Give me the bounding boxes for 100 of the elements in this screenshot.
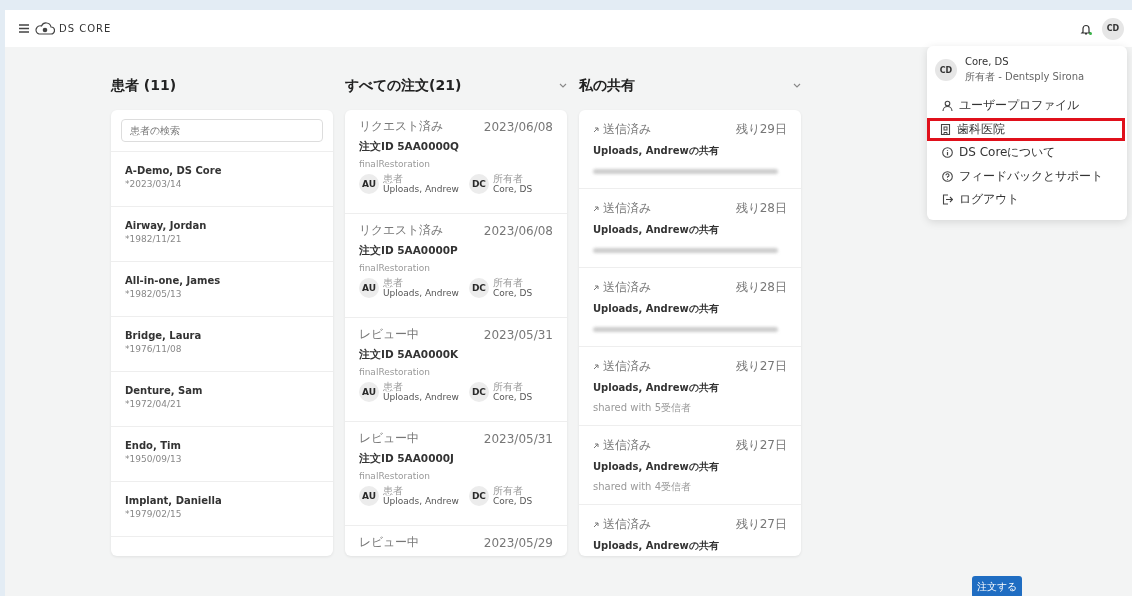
arrow-icon <box>593 205 599 212</box>
birth-date: *1950/09/13 <box>125 454 183 464</box>
initials-avatar: AU <box>359 277 379 298</box>
arrow-icon <box>593 284 599 291</box>
search-field[interactable]: 患者の検索 <box>121 119 323 142</box>
share-recipients: shared with 4受信者 <box>593 480 692 494</box>
user-icon <box>942 100 953 112</box>
order-date: 2023/06/08 <box>483 223 553 238</box>
patient-row[interactable]: All-in-one, James *1982/05/13 <box>111 262 333 317</box>
arrow-icon <box>593 363 599 370</box>
person-role: 患者 <box>383 381 404 392</box>
notification-bell-icon[interactable] <box>1080 22 1092 35</box>
person-name: Core, DS <box>492 184 533 194</box>
logout-icon <box>942 194 953 206</box>
info-icon <box>942 147 953 159</box>
user-avatar: CD <box>935 59 957 81</box>
person-name: Uploads, Andrew <box>383 184 459 194</box>
birth-date: *1979/02/15 <box>125 509 183 519</box>
initials-avatar: AU <box>359 485 379 506</box>
patient-name: Implant, Daniella <box>125 495 223 506</box>
menu-item-label: DS Coreについて <box>959 144 1056 162</box>
birth-date: *1972/04/21 <box>125 399 183 409</box>
menu-item[interactable]: フィードバックとサポート <box>935 164 1119 188</box>
share-card[interactable]: 送信済み 残り27日 Uploads, Andrewの共有 shared with 4受信者 <box>579 426 801 505</box>
order-date: 2023/05/31 <box>483 327 553 342</box>
patient-name: Endo, Tim <box>125 440 182 451</box>
column-title: 患者 (11) <box>111 77 177 95</box>
birth-date: *2023/03/14 <box>125 179 183 189</box>
share-title: Uploads, Andrewの共有 <box>593 144 720 158</box>
person-role: 所有者 <box>492 381 524 392</box>
menu-icon[interactable] <box>19 24 29 33</box>
initials-avatar: DC <box>468 381 489 402</box>
user-avatar[interactable]: CD <box>1102 17 1124 40</box>
birth-date: *1976/11/08 <box>125 344 183 354</box>
patient-row[interactable]: Airway, Jordan *1982/11/21 <box>111 207 333 262</box>
remaining-days: 残り28日 <box>735 200 787 217</box>
patient-row[interactable]: Endo, Tim *1950/09/13 <box>111 427 333 482</box>
user-role: 所有者 - Dentsply Sirona <box>965 70 1085 84</box>
share-card[interactable]: 送信済み 残り27日 Uploads, Andrewの共有 <box>579 505 801 556</box>
chevron-down-icon[interactable] <box>559 83 567 89</box>
menu-item[interactable]: DS Coreについて <box>935 141 1119 165</box>
order-id: 注文ID 5AA0000Q <box>359 140 460 154</box>
order-button[interactable]: 注文する <box>972 576 1022 596</box>
share-card[interactable]: 送信済み 残り27日 Uploads, Andrewの共有 shared with 5受信者 <box>579 347 801 426</box>
order-date: 2023/05/29 <box>483 535 553 550</box>
patient-name: All-in-one, James <box>125 275 222 286</box>
share-status: 送信済み <box>603 200 651 217</box>
patient-row[interactable]: A-Demo, DS Core *2023/03/14 <box>111 152 333 207</box>
order-status: リクエスト済み <box>359 222 443 239</box>
chevron-down-icon[interactable] <box>793 83 801 89</box>
order-type: finalRestoration <box>359 263 431 273</box>
person-name: Core, DS <box>492 496 533 506</box>
person-role: 患者 <box>383 277 404 288</box>
remaining-days: 残り27日 <box>735 437 787 454</box>
order-status: レビュー中 <box>359 534 419 551</box>
share-status: 送信済み <box>603 358 651 375</box>
patient-name: Airway, Jordan <box>125 220 208 231</box>
order-type: finalRestoration <box>359 367 431 377</box>
share-title: Uploads, Andrewの共有 <box>593 302 720 316</box>
menu-item-label: ユーザープロファイル <box>959 97 1079 115</box>
person-role: 所有者 <box>492 173 524 184</box>
patient-row[interactable]: Implant, Daniella *1979/02/15 <box>111 482 333 537</box>
share-status: 送信済み <box>603 279 651 296</box>
order-status: レビュー中 <box>359 430 419 447</box>
logo-text: DS CORE <box>59 23 112 34</box>
share-card[interactable]: 送信済み 残り28日 Uploads, Andrewの共有 <box>579 268 801 347</box>
person-name: Core, DS <box>492 392 533 402</box>
menu-item[interactable]: ユーザープロファイル <box>935 94 1119 118</box>
person-name: Uploads, Andrew <box>383 496 459 506</box>
menu-item[interactable]: 歯科医院 <box>927 117 1125 141</box>
person-name: Uploads, Andrew <box>383 288 459 298</box>
patient-row[interactable]: Bridge, Laura *1976/11/08 <box>111 317 333 372</box>
order-id: 注文ID 5AA0000J <box>359 452 455 466</box>
remaining-days: 残り28日 <box>735 279 787 296</box>
person-role: 患者 <box>383 485 404 496</box>
person-role: 所有者 <box>492 277 524 288</box>
person-role: 所有者 <box>492 485 524 496</box>
share-card[interactable]: 送信済み 残り28日 Uploads, Andrewの共有 <box>579 189 801 268</box>
menu-item[interactable]: ログアウト <box>935 188 1119 212</box>
menu-item-label: フィードバックとサポート <box>959 167 1103 185</box>
share-status: 送信済み <box>603 516 651 533</box>
patient-row[interactable]: Denture, Sam *1972/04/21 <box>111 372 333 427</box>
order-id: 注文ID 5AA0000K <box>359 348 460 362</box>
share-title: Uploads, Andrewの共有 <box>593 381 720 395</box>
user-name: Core, DS <box>965 56 1010 67</box>
person-name: Core, DS <box>492 288 533 298</box>
share-card[interactable]: 送信済み 残り29日 Uploads, Andrewの共有 <box>579 110 801 189</box>
patient-name: A-Demo, DS Core <box>125 165 223 176</box>
menu-item-label: ログアウト <box>959 191 1019 209</box>
order-type: finalRestoration <box>359 471 431 481</box>
building-icon <box>940 123 951 135</box>
patient-name: Denture, Sam <box>125 385 204 396</box>
share-title: Uploads, Andrewの共有 <box>593 460 720 474</box>
order-card[interactable]: レビュー中 2023/05/29 <box>345 526 567 556</box>
person-role: 患者 <box>383 173 404 184</box>
order-id: 注文ID 5AA0000P <box>359 244 459 258</box>
arrow-icon <box>593 126 599 133</box>
initials-avatar: DC <box>468 485 489 506</box>
menu-item-label: 歯科医院 <box>957 120 1005 138</box>
arrow-icon <box>593 521 599 528</box>
